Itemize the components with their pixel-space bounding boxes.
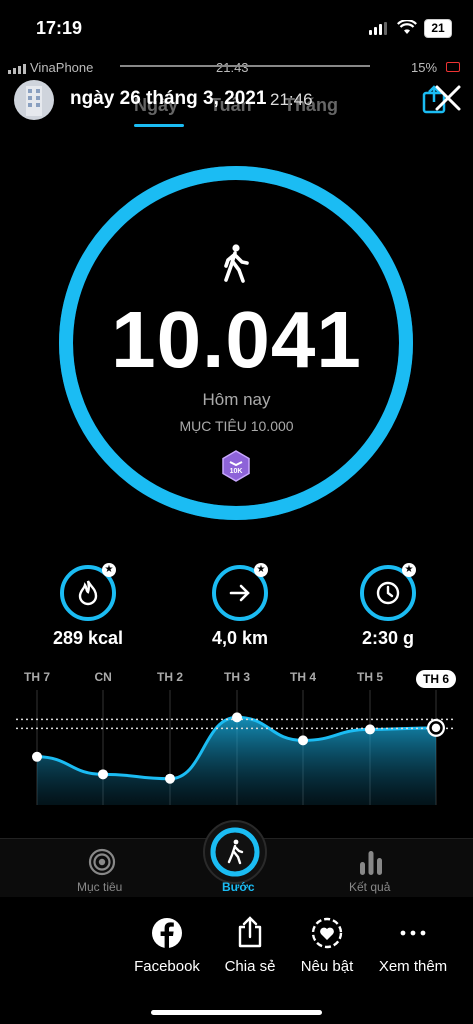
walk-icon <box>210 827 260 877</box>
overlay-time: 21:46 <box>270 90 313 109</box>
chart-day-label[interactable]: TH 6 <box>416 670 457 688</box>
nav-steps[interactable] <box>203 820 267 884</box>
weekly-steps-chart[interactable] <box>0 690 473 805</box>
star-icon: ★ <box>402 563 416 577</box>
inner-time: 21:43 <box>216 60 249 75</box>
distance-value: 4,0 km <box>211 628 269 648</box>
duration-value: 2:30 g <box>361 628 415 648</box>
calories-stat[interactable]: ★ <box>60 563 116 621</box>
close-icon[interactable] <box>434 84 462 112</box>
distance-stat[interactable]: ★ <box>212 563 268 621</box>
share-more-label: Xem thêm <box>378 958 448 975</box>
nav-goal-label: Mục tiêu <box>77 880 123 894</box>
chart-day-label[interactable]: TH 5 <box>357 670 383 684</box>
nav-results-label: Kết quả <box>349 880 391 894</box>
share-highlight[interactable] <box>311 917 343 954</box>
chart-point[interactable] <box>98 769 108 780</box>
battery-icon: 21 <box>424 19 452 38</box>
duration-stat[interactable]: ★ <box>360 563 416 621</box>
chart-day-label[interactable]: TH 3 <box>224 670 250 684</box>
status-time: 17:19 <box>36 18 83 38</box>
chart-point[interactable] <box>165 773 175 784</box>
facebook-icon <box>152 918 182 948</box>
inner-status-bar: VinaPhone 21:43 15% <box>6 60 466 76</box>
star-icon: ★ <box>102 563 116 577</box>
nav-results[interactable] <box>358 848 384 881</box>
chart-day-label[interactable]: TH 4 <box>290 670 316 684</box>
home-indicator <box>151 1010 322 1015</box>
chart-day-label[interactable]: CN <box>95 670 112 684</box>
share-button[interactable] <box>236 915 264 954</box>
signal-icon <box>369 22 387 35</box>
inner-signal-icon <box>8 64 26 74</box>
inner-battery: 15% <box>411 60 438 75</box>
nav-goal[interactable] <box>88 848 116 881</box>
share-facebook[interactable] <box>151 917 183 954</box>
walk-icon <box>224 244 249 283</box>
today-label: Hôm nay <box>202 390 271 409</box>
video-progress-bar <box>120 65 370 67</box>
tab-active-indicator <box>134 124 184 127</box>
nav-steps-label: Bước <box>222 880 255 894</box>
more-icon <box>400 930 426 936</box>
bar-chart-icon <box>360 851 382 875</box>
chart-day-label[interactable]: TH 7 <box>24 670 50 684</box>
badge-label: 10K <box>229 468 243 475</box>
overlay-date-title: ngày 26 tháng 3, 2021 <box>70 88 267 109</box>
share-more[interactable] <box>399 922 427 949</box>
chart-point[interactable] <box>232 712 242 723</box>
steps-count: 10.041 <box>111 295 362 384</box>
goal-label: MỤC TIÊU 10.000 <box>179 418 294 434</box>
star-icon: ★ <box>254 563 268 577</box>
chart-point[interactable] <box>365 724 375 735</box>
share-icon <box>238 916 262 948</box>
inner-carrier: VinaPhone <box>30 60 94 75</box>
calories-value: 289 kcal <box>52 628 124 648</box>
chart-day-label[interactable]: TH 2 <box>157 670 183 684</box>
chart-point[interactable] <box>298 735 308 746</box>
chart-point[interactable] <box>32 751 42 762</box>
inner-battery-icon <box>446 62 460 72</box>
10k-badge[interactable]: 10K <box>220 450 252 482</box>
share-highlight-label: Nêu bật <box>300 958 354 975</box>
target-icon <box>88 848 116 876</box>
memory-thumbnail[interactable] <box>14 80 54 120</box>
wifi-icon <box>397 20 417 34</box>
heart-circle-icon <box>311 917 343 949</box>
